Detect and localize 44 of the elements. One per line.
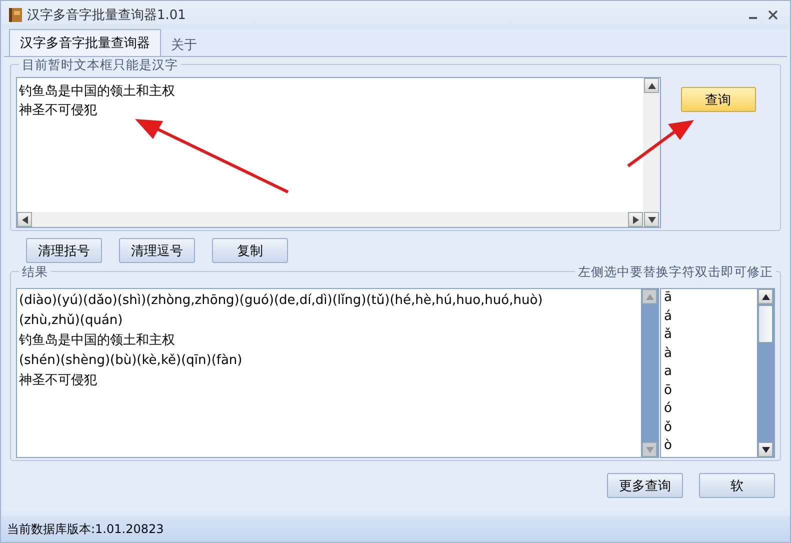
horizontal-scrollbar[interactable] xyxy=(17,212,643,227)
scroll-up-icon[interactable] xyxy=(758,289,773,304)
list-item[interactable]: ā xyxy=(664,289,757,308)
tab[interactable]: 关于 xyxy=(161,32,207,56)
list-item[interactable]: ō xyxy=(664,382,757,400)
list-item[interactable]: a xyxy=(664,363,757,382)
scroll-down-icon[interactable] xyxy=(758,442,773,457)
input-field[interactable]: 钓鱼岛是中国的领土和主权 神圣不可侵犯 xyxy=(16,77,661,228)
scroll-left-icon[interactable] xyxy=(17,212,32,227)
window-title: 汉字多音字批量查询器1.01 xyxy=(27,7,186,24)
list-item[interactable]: ǎ xyxy=(664,326,757,344)
character-list[interactable]: ā á ǎ à a ō ó ǒ ò xyxy=(660,288,775,458)
action-button[interactable]: 清理逗号 xyxy=(119,238,195,263)
close-icon[interactable] xyxy=(768,10,778,20)
hint-text: 左侧选中要替换字符双击即可修正 xyxy=(575,264,776,281)
status-text: 当前数据库版本:1.01.20823 xyxy=(7,520,164,538)
action-button[interactable]: 复制 xyxy=(212,238,288,263)
result-field[interactable]: (diào)(yú)(dǎo)(shì)(zhòng,zhōng)(guó)(de,dí,dì)(lǐng)(tǔ)(hé,hè,hú,huo,huó,huò) (zhù,zhǔ)(quán) 钓鱼岛是中国的领土和主权 (shén)(shèng)(bù)(kè,kě)(qīn)(fàn) 神圣不可侵犯 xyxy=(16,288,659,458)
list-item[interactable]: ó xyxy=(664,400,757,418)
group-title: 目前暂时文本框只能是汉字 xyxy=(19,57,181,74)
text-line: (zhù,zhǔ)(quán) xyxy=(19,312,124,330)
scroll-thumb[interactable] xyxy=(758,305,773,343)
tab[interactable]: 汉字多音字批量查询器 xyxy=(9,29,161,56)
action-button[interactable]: 清理括号 xyxy=(26,238,102,263)
vertical-scrollbar[interactable] xyxy=(757,289,774,457)
query-button[interactable]: 查询 xyxy=(680,87,756,112)
text-line: 钓鱼岛是中国的领土和主权 xyxy=(19,332,176,350)
list-item[interactable]: ò xyxy=(664,437,757,456)
text-line: 钓鱼岛是中国的领土和主权 xyxy=(19,83,176,101)
book-icon xyxy=(9,7,23,23)
scroll-down-icon[interactable] xyxy=(644,212,659,227)
arrow-icon xyxy=(626,118,696,168)
footer-button[interactable]: 软 xyxy=(699,473,775,498)
text-line: 神圣不可侵犯 xyxy=(19,372,98,390)
text-line: (shén)(shèng)(bù)(kè,kě)(qīn)(fàn) xyxy=(19,352,244,370)
footer-button[interactable]: 更多查询 xyxy=(607,473,683,498)
text-line: 神圣不可侵犯 xyxy=(19,102,98,120)
scroll-right-icon[interactable] xyxy=(628,212,643,227)
vertical-scrollbar[interactable] xyxy=(643,78,660,227)
list-item[interactable]: á xyxy=(664,308,757,326)
list-item[interactable]: à xyxy=(664,344,757,363)
scroll-up-icon[interactable] xyxy=(644,78,659,93)
text-line: (diào)(yú)(dǎo)(shì)(zhòng,zhōng)(guó)(de,dí,dì)(lǐng)(tǔ)(hé,hè,hú,huo,huó,huò) xyxy=(19,292,544,310)
list-item[interactable]: ǒ xyxy=(664,418,757,437)
